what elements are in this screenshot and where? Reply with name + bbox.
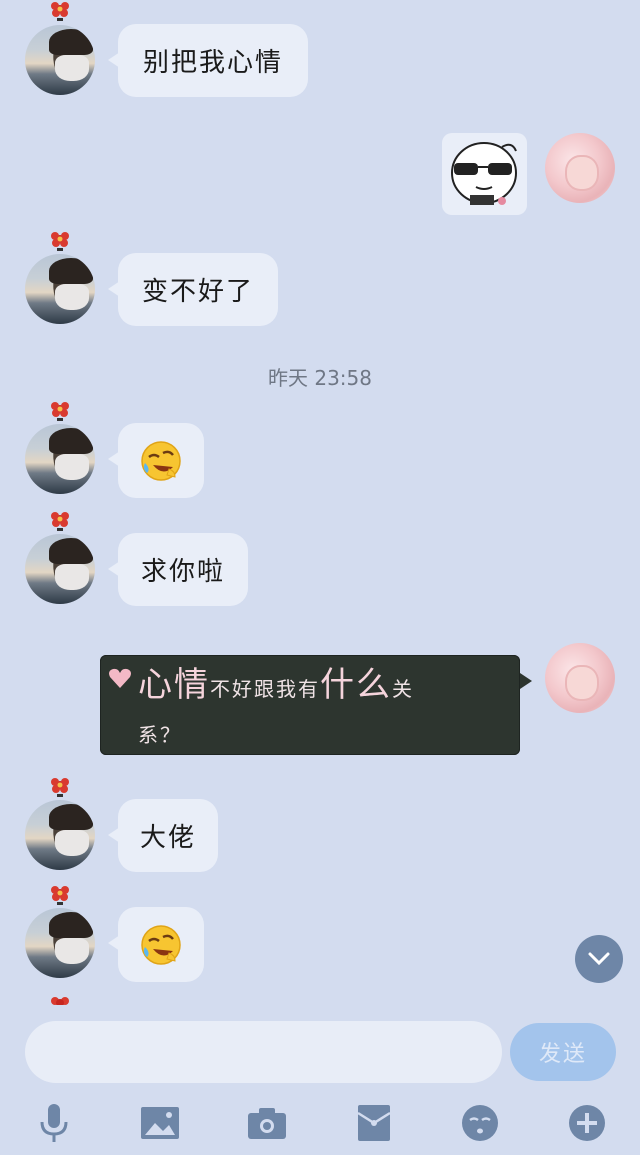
- emoji-icon: [462, 1105, 498, 1141]
- styled-text-part: 不好跟我有: [210, 677, 320, 701]
- image-icon: [141, 1107, 179, 1139]
- laughing-tears-emoji-icon: [141, 440, 181, 481]
- styled-text-part: 什么: [320, 665, 392, 705]
- styled-message-text: 心情不好跟我有什么关系？: [138, 663, 478, 759]
- emoji-message[interactable]: [108, 423, 204, 498]
- flower-badge-icon: [51, 997, 69, 1005]
- microphone-icon: [40, 1104, 68, 1142]
- input-toolbar: [0, 1095, 640, 1155]
- camera-icon: [248, 1108, 286, 1139]
- sunglasses-sticker-icon: [451, 142, 517, 205]
- red-packet-button[interactable]: [352, 1101, 396, 1145]
- contact-avatar[interactable]: [25, 908, 95, 978]
- flower-badge-icon: [51, 512, 69, 531]
- more-button[interactable]: [565, 1101, 609, 1145]
- flower-badge-icon: [51, 232, 69, 251]
- contact-avatar[interactable]: [25, 424, 95, 494]
- heart-icon: [109, 668, 131, 688]
- my-avatar[interactable]: [545, 133, 615, 203]
- styled-text-part: 关: [392, 677, 414, 701]
- red-packet-icon: [357, 1105, 391, 1141]
- my-avatar[interactable]: [545, 643, 615, 713]
- message-bubble[interactable]: 求你啦: [108, 533, 248, 606]
- contact-avatar[interactable]: [25, 800, 95, 870]
- message-bubble[interactable]: 变不好了: [108, 253, 278, 326]
- message-input[interactable]: [25, 1021, 502, 1083]
- scroll-to-bottom-button[interactable]: [575, 935, 623, 983]
- camera-button[interactable]: [245, 1101, 289, 1145]
- flower-badge-icon: [51, 778, 69, 797]
- contact-avatar[interactable]: [25, 25, 95, 95]
- photo-button[interactable]: [138, 1101, 182, 1145]
- contact-avatar[interactable]: [25, 254, 95, 324]
- flower-badge-icon: [51, 402, 69, 421]
- send-button[interactable]: 发送: [510, 1023, 616, 1081]
- plus-icon: [569, 1105, 605, 1141]
- sticker-message[interactable]: [442, 133, 527, 215]
- styled-text-part: 心情: [138, 665, 210, 705]
- styled-text-part: 系？: [138, 723, 182, 747]
- laughing-tears-emoji-icon: [141, 924, 181, 965]
- flower-badge-icon: [51, 886, 69, 905]
- emoji-message[interactable]: [108, 907, 204, 982]
- emoji-button[interactable]: [458, 1101, 502, 1145]
- message-bubble[interactable]: 大佬: [108, 799, 218, 872]
- flower-badge-icon: [51, 2, 69, 21]
- styled-message-bubble[interactable]: 心情不好跟我有什么关系？: [100, 655, 532, 755]
- message-bubble[interactable]: 别把我心情: [108, 24, 308, 97]
- timestamp: 昨天 23:58: [268, 366, 372, 390]
- chevron-down-icon: [588, 952, 610, 966]
- contact-avatar[interactable]: [25, 534, 95, 604]
- voice-button[interactable]: [32, 1101, 76, 1145]
